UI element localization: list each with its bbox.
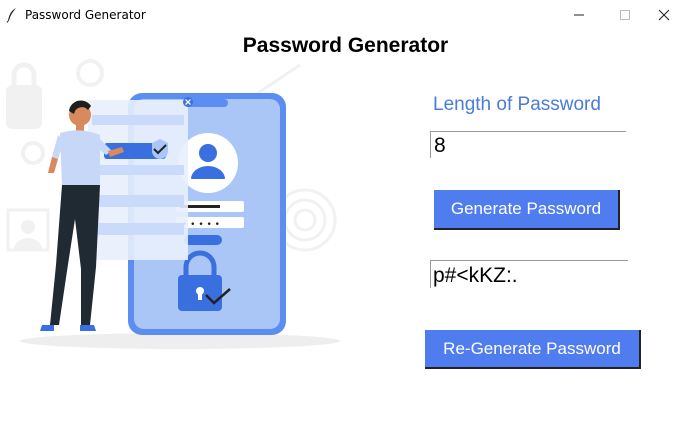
password-output-field[interactable] [430,260,628,288]
window-title: Password Generator [25,8,146,22]
minimize-icon [574,14,584,16]
length-input[interactable] [430,131,626,158]
minimize-button[interactable] [556,0,602,30]
floating-window [88,97,193,260]
maximize-icon [620,10,630,20]
generate-password-button[interactable]: Generate Password [434,190,620,230]
window-titlebar: Password Generator [0,0,687,30]
password-security-illustration: • • • • • [6,59,340,349]
page-title: Password Generator [242,34,449,57]
ground-shadow [20,333,340,349]
close-icon [658,9,670,21]
regenerate-password-button[interactable]: Re-Generate Password [425,330,641,369]
length-label: Length of Password [433,94,601,115]
feather-icon [6,8,16,23]
close-button[interactable] [641,0,687,30]
